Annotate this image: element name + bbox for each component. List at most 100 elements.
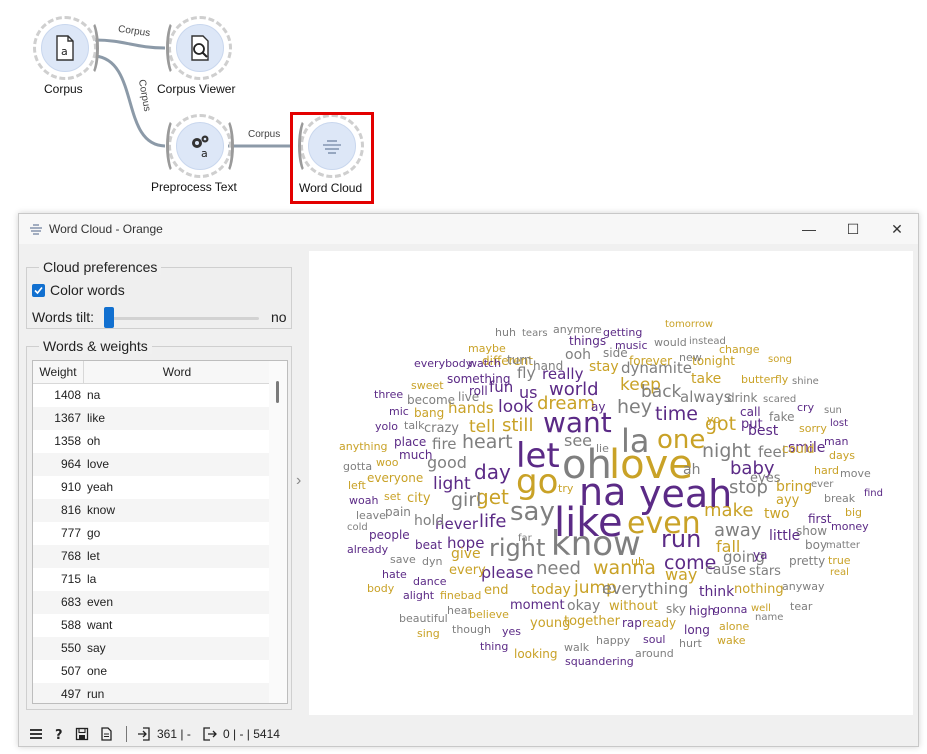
cloud-word[interactable]: song — [768, 355, 792, 365]
report-icon[interactable] — [99, 727, 113, 741]
cloud-word[interactable]: today — [531, 583, 571, 597]
cloud-word[interactable]: fire — [432, 437, 457, 452]
cloud-word[interactable]: walk — [564, 642, 589, 653]
cloud-word[interactable]: much — [399, 449, 433, 461]
cloud-word[interactable]: dance — [413, 576, 447, 587]
cloud-word[interactable]: move — [840, 468, 871, 479]
cloud-word[interactable]: new — [679, 352, 702, 363]
cloud-word[interactable]: sky — [666, 603, 686, 615]
cloud-word[interactable]: run — [661, 527, 701, 551]
cloud-word[interactable]: cry — [797, 402, 814, 413]
cloud-word[interactable]: left — [348, 480, 366, 491]
table-row[interactable]: 816 know — [33, 499, 270, 522]
cloud-word[interactable]: music — [615, 340, 648, 351]
cloud-word[interactable]: roll — [469, 385, 488, 397]
cloud-word[interactable]: fake — [769, 411, 794, 423]
cloud-word[interactable]: ever — [811, 480, 833, 490]
cloud-word[interactable]: ayy — [776, 494, 799, 507]
cloud-word[interactable]: ay — [591, 401, 605, 413]
scrollbar-thumb[interactable] — [276, 381, 279, 403]
cloud-word[interactable]: take — [691, 372, 721, 386]
cloud-word[interactable]: turn — [507, 354, 532, 366]
cloud-word[interactable]: looking — [514, 648, 558, 660]
cloud-word[interactable]: tear — [790, 601, 812, 612]
title-bar[interactable]: Word Cloud - Orange — ☐ ✕ — [19, 214, 918, 244]
color-words-label[interactable]: Color words — [50, 282, 125, 298]
input-port[interactable] — [166, 20, 182, 76]
cloud-word[interactable]: make — [704, 502, 753, 520]
table-row[interactable]: 715 la — [33, 568, 270, 591]
cloud-word[interactable]: high — [689, 605, 715, 617]
cloud-word[interactable]: need — [536, 560, 581, 578]
cloud-word[interactable]: bring — [776, 480, 812, 494]
cloud-word[interactable]: one — [657, 427, 705, 453]
corpus-viewer-node[interactable] — [166, 16, 232, 80]
preprocess-text-node[interactable]: a — [166, 114, 234, 178]
cloud-word[interactable]: soul — [643, 634, 666, 645]
cloud-word[interactable]: without — [609, 600, 658, 613]
table-row[interactable]: 1367 like — [33, 407, 270, 430]
cloud-word[interactable]: could — [782, 443, 815, 455]
cloud-word[interactable]: cold — [347, 523, 368, 533]
cloud-word[interactable]: sing — [417, 628, 440, 639]
cloud-word[interactable]: talk — [404, 420, 424, 431]
cloud-word[interactable]: put — [741, 418, 763, 431]
cloud-word[interactable]: true — [828, 555, 851, 566]
color-words-checkbox[interactable] — [32, 284, 45, 297]
cloud-word[interactable]: hurt — [679, 638, 702, 649]
cloud-word[interactable]: days — [829, 450, 855, 461]
cloud-word[interactable]: time — [655, 405, 698, 424]
cloud-word[interactable]: pretty — [789, 555, 825, 567]
cloud-word[interactable]: tell — [469, 419, 496, 436]
table-row[interactable]: 777 go — [33, 522, 270, 545]
table-row[interactable]: 683 even — [33, 591, 270, 614]
cloud-word[interactable]: young — [530, 617, 570, 630]
table-row[interactable]: 1408 na — [33, 384, 270, 407]
cloud-word[interactable]: day — [474, 462, 511, 482]
cloud-word[interactable]: stay — [589, 360, 619, 374]
chevron-right-icon[interactable]: › — [296, 472, 301, 490]
maximize-button[interactable]: ☐ — [831, 214, 875, 244]
cloud-word[interactable]: everyone — [367, 472, 423, 484]
cloud-word[interactable]: already — [347, 544, 388, 555]
cloud-word[interactable]: ya — [753, 549, 767, 561]
cloud-word[interactable]: sorry — [799, 423, 827, 434]
cloud-word[interactable]: though — [452, 624, 491, 635]
cloud-word[interactable]: huh — [495, 327, 516, 338]
cloud-word[interactable]: break — [824, 493, 855, 504]
table-row[interactable]: 1358 oh — [33, 430, 270, 453]
cloud-word[interactable]: beat — [415, 539, 442, 551]
cloud-word[interactable]: always — [680, 390, 732, 405]
cloud-word[interactable]: long — [684, 624, 710, 636]
cloud-word[interactable]: see — [564, 433, 592, 449]
cloud-word[interactable]: crazy — [424, 422, 459, 435]
cloud-word[interactable]: become — [407, 394, 455, 406]
cloud-word[interactable]: set — [384, 491, 401, 502]
cloud-word[interactable]: things — [569, 335, 606, 347]
cloud-word[interactable]: anyway — [782, 581, 824, 592]
cloud-word[interactable]: sweet — [411, 380, 444, 391]
words-tilt-slider-track[interactable] — [105, 317, 259, 320]
cloud-word[interactable]: lost — [830, 419, 848, 429]
cloud-word[interactable]: tomorrow — [665, 320, 713, 330]
cloud-word[interactable]: beautiful — [399, 613, 448, 624]
cloud-word[interactable]: end — [484, 584, 509, 597]
cloud-word[interactable]: us — [519, 385, 537, 401]
column-header-word[interactable]: Word — [84, 361, 270, 384]
cloud-word[interactable]: watch — [468, 358, 501, 369]
save-icon[interactable] — [75, 727, 89, 741]
minimize-button[interactable]: — — [787, 214, 831, 244]
cloud-word[interactable]: try — [558, 483, 573, 494]
cloud-word[interactable]: back — [641, 384, 681, 401]
cloud-word[interactable]: hate — [382, 569, 407, 580]
cloud-word[interactable]: hand — [533, 360, 563, 372]
cloud-word[interactable]: hard — [814, 465, 839, 476]
cloud-word[interactable]: yo — [707, 414, 720, 425]
cloud-word[interactable]: people — [369, 529, 410, 541]
cloud-word[interactable]: wanna — [593, 559, 656, 578]
cloud-word[interactable]: woah — [349, 495, 378, 506]
cloud-word[interactable]: woo — [376, 457, 398, 468]
cloud-word[interactable]: city — [407, 492, 431, 505]
cloud-word[interactable]: find — [864, 489, 883, 499]
menu-icon[interactable] — [29, 727, 43, 741]
